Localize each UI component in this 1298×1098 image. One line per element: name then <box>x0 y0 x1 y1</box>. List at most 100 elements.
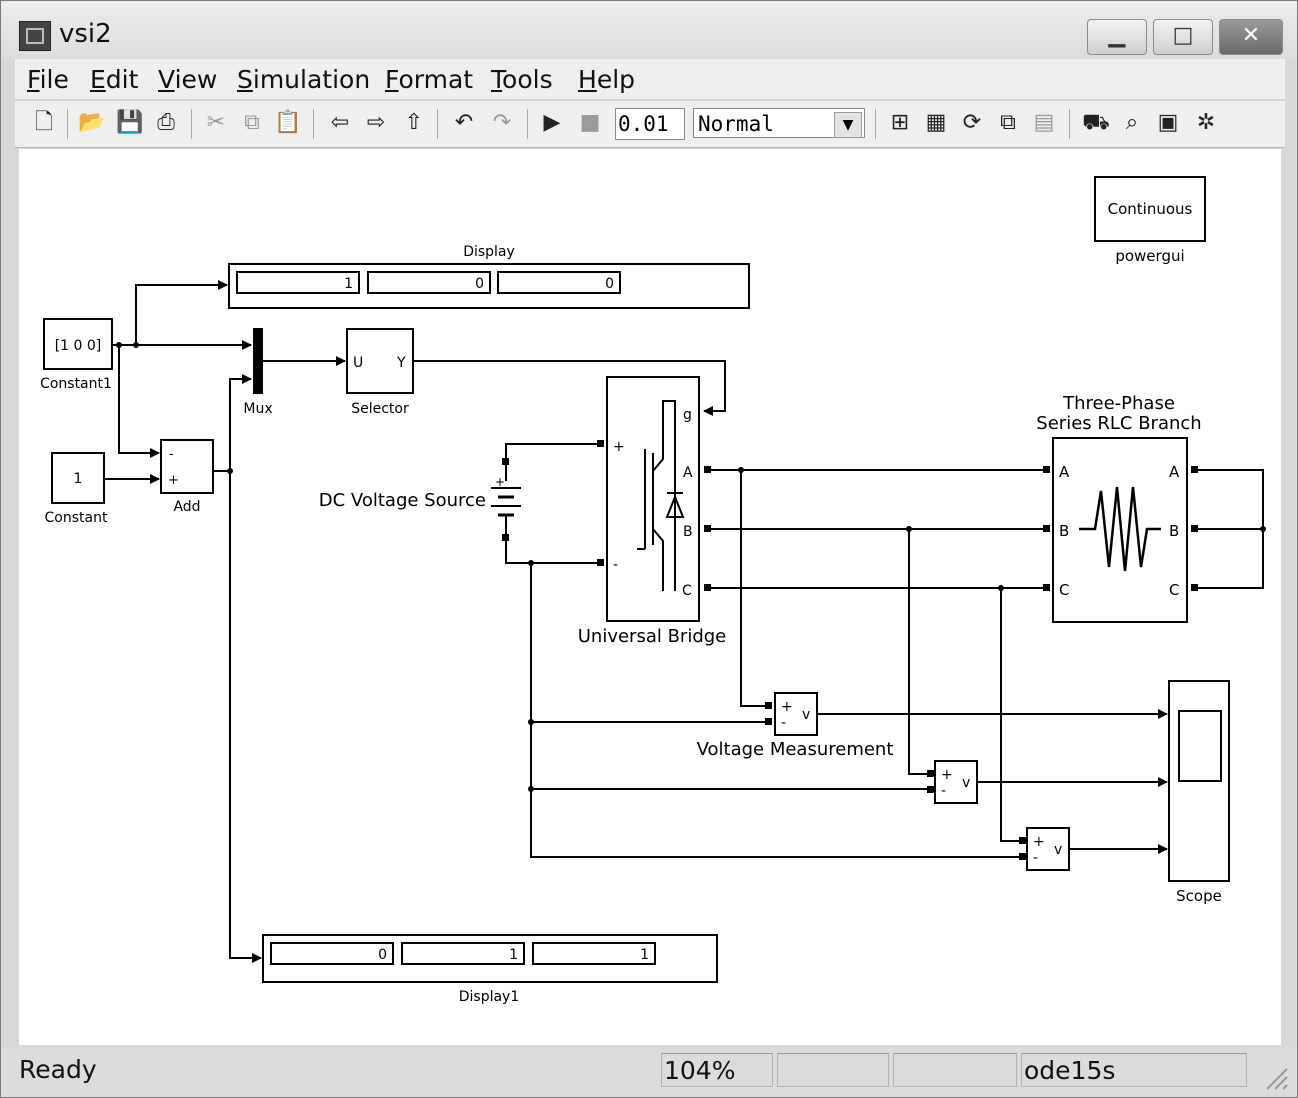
explorer-icon[interactable]: ⛟ <box>1081 107 1111 139</box>
add-plus-sign: + <box>168 473 179 488</box>
rlc-label-line1: Three-Phase <box>1062 393 1175 414</box>
stop-time-field[interactable]: 0.01 <box>615 108 685 140</box>
voltage-measurement-block-1[interactable]: + - v Voltage Measurement <box>697 692 894 760</box>
vm3-out: v <box>1054 842 1062 858</box>
three-phase-rlc-block[interactable]: Three-Phase Series RLC Branch A B C A B … <box>1036 393 1202 623</box>
display-label: Display <box>463 244 515 260</box>
toolbar: 🗋 📂 💾 ⎙ ✂ ⧉ 📋 ⇦ ⇨ ⇧ ↶ ↷ ▶ ■ 0.01 Normal … <box>15 101 1285 148</box>
bridge-port-b: B <box>683 524 693 540</box>
constant1-value: [1 0 0] <box>55 338 102 354</box>
menu-help[interactable]: Help <box>578 65 635 94</box>
constant-value: 1 <box>74 471 83 487</box>
display-block[interactable]: Display 1 0 0 <box>228 244 750 309</box>
toolbar-separator <box>437 109 438 139</box>
browser-icon[interactable]: ▣ <box>1153 107 1183 139</box>
display1-block[interactable]: 0 1 1 Display1 <box>262 934 718 1005</box>
menu-bar: File Edit View Simulation Format Tools H… <box>15 59 1285 100</box>
new-icon[interactable]: 🗋 <box>29 107 59 139</box>
selector-label: Selector <box>351 401 409 417</box>
powergui-block[interactable]: Continuous powergui <box>1094 176 1206 265</box>
universal-bridge-block[interactable]: g A B C + - Universal Bridge <box>578 376 727 647</box>
rlc-left-port-a: A <box>1059 463 1070 481</box>
model-icon[interactable]: ▤ <box>1029 107 1059 139</box>
stop-icon[interactable]: ■ <box>575 107 605 139</box>
save-icon[interactable]: 💾 <box>115 107 145 139</box>
copy-icon[interactable]: ⧉ <box>237 107 267 139</box>
rlc-left-port-b: B <box>1059 522 1069 540</box>
bridge-port-c: C <box>682 583 692 599</box>
display-value-1: 1 <box>344 276 353 292</box>
powergui-label: powergui <box>1115 247 1184 265</box>
menu-simulation[interactable]: Simulation <box>237 65 370 94</box>
vm2-minus: - <box>941 783 946 799</box>
vm1-out: v <box>802 707 810 723</box>
build-icon[interactable]: ⧉ <box>993 107 1023 139</box>
chevron-down-icon[interactable]: ▼ <box>834 112 862 138</box>
paste-icon[interactable]: 📋 <box>273 107 303 139</box>
close-button[interactable]: ✕ <box>1219 19 1283 55</box>
bridge-port-g: g <box>683 407 692 423</box>
dc-voltage-source-block[interactable]: + DC Voltage Source <box>319 463 521 539</box>
scope-block[interactable]: Scope <box>1168 680 1230 905</box>
back-icon[interactable]: ⇦ <box>325 107 355 139</box>
rlc-right-port-c: C <box>1169 581 1179 599</box>
solver-name: ode15s <box>1021 1053 1247 1087</box>
menu-tools[interactable]: Tools <box>491 65 553 94</box>
simulink-app-icon <box>19 21 51 51</box>
toolbar-separator <box>313 109 314 139</box>
refresh-icon[interactable]: ⟳ <box>957 107 987 139</box>
constant1-block[interactable]: [1 0 0] Constant1 <box>40 318 113 392</box>
menu-view[interactable]: View <box>158 65 217 94</box>
selector-block[interactable]: U Y Selector <box>346 328 414 417</box>
voltage-measurement-block-2[interactable]: + - v <box>934 760 978 804</box>
display-value-3: 0 <box>605 276 614 292</box>
rlc-left-port-c: C <box>1059 581 1069 599</box>
vm2-out: v <box>962 775 970 791</box>
forward-icon[interactable]: ⇨ <box>361 107 391 139</box>
minimize-button[interactable]: ▁ <box>1087 19 1147 55</box>
settings-icon[interactable]: ✲ <box>1191 107 1221 139</box>
redo-icon[interactable]: ↷ <box>487 107 517 139</box>
resize-grip-icon[interactable] <box>1263 1065 1289 1091</box>
display1-value-3: 1 <box>640 947 649 963</box>
status-cell-empty-1 <box>777 1053 889 1087</box>
bridge-port-plus: + <box>613 439 625 455</box>
advisor-icon[interactable]: ⌕ <box>1117 107 1147 139</box>
universal-bridge-label: Universal Bridge <box>578 626 727 647</box>
cut-icon[interactable]: ✂ <box>201 107 231 139</box>
undo-icon[interactable]: ↶ <box>449 107 479 139</box>
display1-value-2: 1 <box>509 947 518 963</box>
library-icon[interactable]: ⊞ <box>885 107 915 139</box>
selector-y-port: Y <box>396 355 406 371</box>
menu-format[interactable]: Format <box>385 65 473 94</box>
constant-block[interactable]: 1 Constant <box>45 452 108 526</box>
block-diagram[interactable]: [1 0 0] Constant1 1 Constant - + Add Mux <box>19 149 1281 1045</box>
maximize-button[interactable]: □ <box>1153 19 1213 55</box>
toolbar-separator <box>875 109 876 139</box>
vm3-plus: + <box>1033 834 1045 850</box>
add-block[interactable]: - + Add <box>160 439 214 515</box>
up-icon[interactable]: ⇧ <box>399 107 429 139</box>
bridge-port-minus: - <box>613 557 618 573</box>
bridge-port-a: A <box>683 465 693 481</box>
rlc-label-line2: Series RLC Branch <box>1036 413 1201 434</box>
menu-edit[interactable]: Edit <box>90 65 138 94</box>
rlc-right-port-b: B <box>1169 522 1179 540</box>
print-icon[interactable]: ⎙ <box>151 107 181 139</box>
voltage-measurement-block-3[interactable]: + - v <box>1026 827 1070 871</box>
zoom-level: 104% <box>661 1053 773 1087</box>
debugger-icon[interactable]: ▦ <box>921 107 951 139</box>
voltage-measurement-label: Voltage Measurement <box>697 739 894 760</box>
selector-u-port: U <box>353 355 363 371</box>
play-icon[interactable]: ▶ <box>537 107 567 139</box>
simulation-mode-select[interactable]: Normal ▼ <box>693 108 865 138</box>
model-canvas[interactable]: [1 0 0] Constant1 1 Constant - + Add Mux <box>19 149 1281 1045</box>
add-label: Add <box>173 499 200 515</box>
menu-file[interactable]: File <box>27 65 69 94</box>
constant-label: Constant <box>45 510 108 526</box>
scope-screen-icon <box>1178 710 1222 782</box>
scope-label: Scope <box>1176 887 1222 905</box>
mux-block[interactable]: Mux <box>243 328 273 417</box>
window-title: vsi2 <box>59 19 112 49</box>
open-icon[interactable]: 📂 <box>77 107 107 139</box>
